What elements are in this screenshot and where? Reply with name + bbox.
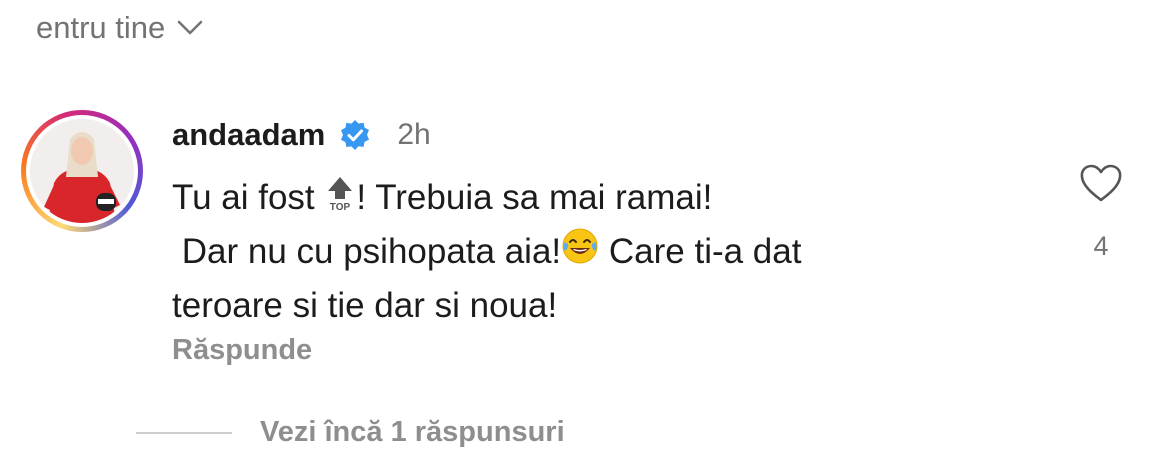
top-arrow-emoji: TOP	[324, 174, 356, 226]
like-control: 4	[1078, 163, 1124, 262]
face-with-tears-of-joy-icon	[561, 227, 599, 280]
svg-text:TOP: TOP	[330, 202, 351, 211]
comment-text: Tu ai fost TOP! Trebuia sa mai ramai! Da…	[172, 172, 1022, 332]
comment-text-part1: Tu ai fost	[172, 178, 325, 217]
like-count: 4	[1093, 231, 1109, 261]
view-replies-button[interactable]: Vezi încă 1 răspunsuri	[136, 416, 565, 449]
sort-dropdown[interactable]: entru tine	[36, 10, 203, 46]
comment-time: 2h	[397, 118, 431, 151]
chevron-down-icon	[178, 20, 203, 35]
replies-divider	[136, 431, 232, 434]
reply-button[interactable]: Răspunde	[172, 334, 312, 367]
sort-label: entru tine	[36, 10, 166, 45]
verified-badge-icon	[341, 120, 370, 150]
avatar	[30, 119, 134, 223]
heart-outline-icon[interactable]	[1079, 163, 1123, 203]
view-replies-label: Vezi încă 1 răspunsuri	[260, 416, 565, 448]
avatar-story-ring[interactable]	[21, 110, 143, 232]
username[interactable]: andaadam	[172, 117, 325, 153]
